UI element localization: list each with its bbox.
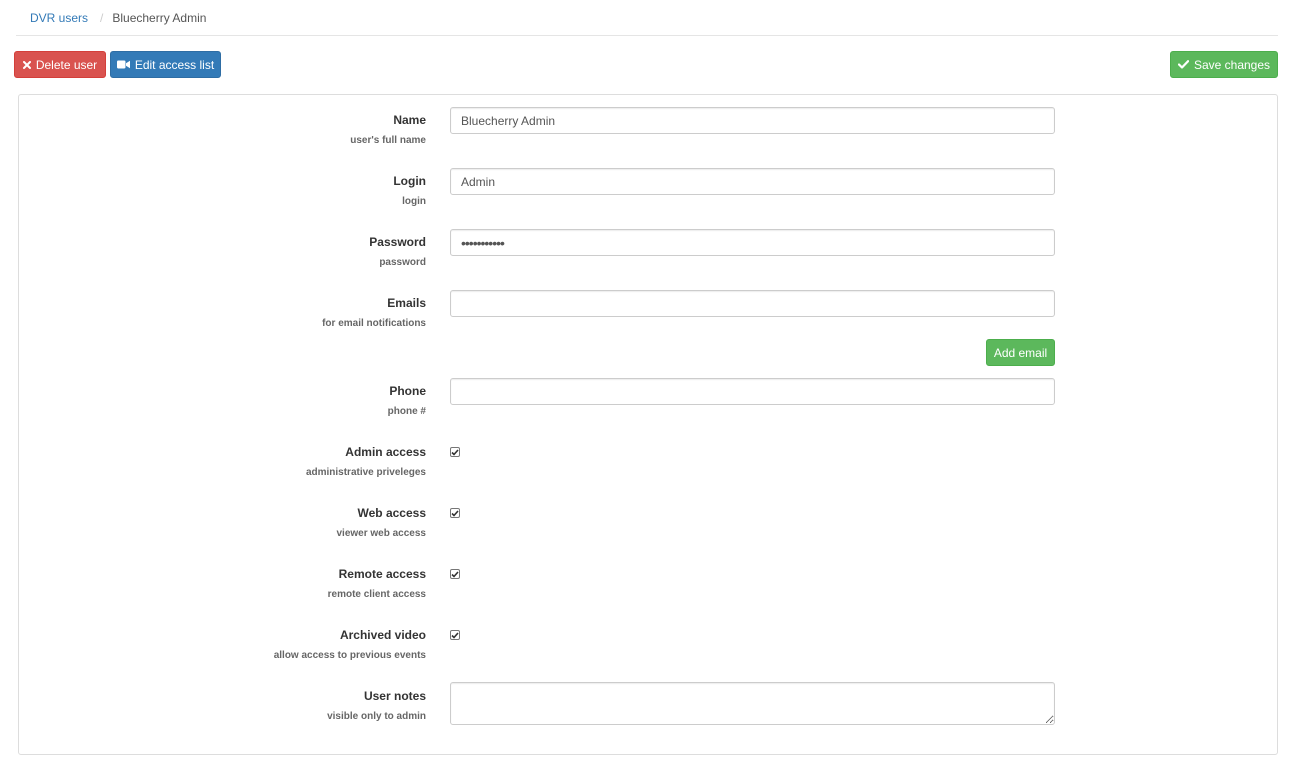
login-input[interactable] xyxy=(450,168,1055,195)
password-hint: password xyxy=(379,257,426,268)
login-hint: login xyxy=(402,196,426,207)
name-label: Name xyxy=(393,113,426,127)
web-access-hint: viewer web access xyxy=(336,528,426,539)
checkmark-icon xyxy=(1177,60,1189,69)
archived-video-checkbox[interactable] xyxy=(450,630,460,640)
edit-access-list-button[interactable]: Edit access list xyxy=(110,51,221,78)
admin-access-checkbox[interactable] xyxy=(450,447,460,457)
login-label: Login xyxy=(393,174,426,188)
breadcrumb-dvr-users-link[interactable]: DVR users xyxy=(30,11,88,25)
web-access-checkbox[interactable] xyxy=(450,508,460,518)
web-access-label: Web access xyxy=(357,506,427,520)
add-email-label: Add email xyxy=(993,345,1048,360)
close-icon xyxy=(22,60,31,69)
archived-video-label: Archived video xyxy=(339,628,426,642)
remote-access-label: Remote access xyxy=(338,567,426,581)
user-notes-label: User notes xyxy=(363,689,426,703)
checkbox-check-icon xyxy=(451,570,459,578)
video-camera-icon xyxy=(116,60,130,69)
phone-label: Phone xyxy=(389,384,426,398)
breadcrumb: DVR users / Bluecherry Admin xyxy=(30,11,206,25)
delete-user-label: Delete user xyxy=(35,57,98,72)
save-changes-label: Save changes xyxy=(1193,57,1271,72)
delete-user-button[interactable]: Delete user xyxy=(14,51,106,78)
user-notes-hint: visible only to admin xyxy=(327,711,426,722)
phone-input[interactable] xyxy=(450,378,1055,405)
password-label: Password xyxy=(369,235,426,249)
admin-access-label: Admin access xyxy=(345,445,426,459)
header-divider xyxy=(16,35,1278,36)
name-input[interactable] xyxy=(450,107,1055,134)
checkbox-check-icon xyxy=(451,509,459,517)
emails-label: Emails xyxy=(387,296,426,310)
save-changes-button[interactable]: Save changes xyxy=(1170,51,1278,78)
breadcrumb-separator: / xyxy=(100,11,104,25)
remote-access-hint: remote client access xyxy=(327,589,426,600)
edit-access-list-label: Edit access list xyxy=(134,57,215,72)
password-input[interactable] xyxy=(450,229,1055,256)
breadcrumb-current: Bluecherry Admin xyxy=(112,11,207,25)
emails-hint: for email notifications xyxy=(322,318,426,329)
user-notes-textarea[interactable] xyxy=(450,682,1055,725)
add-email-button[interactable]: Add email xyxy=(986,339,1055,366)
phone-hint: phone # xyxy=(387,406,426,417)
name-hint: user's full name xyxy=(350,135,426,146)
archived-video-hint: allow access to previous events xyxy=(273,650,426,661)
checkbox-check-icon xyxy=(451,631,459,639)
checkbox-check-icon xyxy=(451,448,459,456)
email-input[interactable] xyxy=(450,290,1055,317)
remote-access-checkbox[interactable] xyxy=(450,569,460,579)
admin-access-hint: administrative priveleges xyxy=(305,467,426,478)
